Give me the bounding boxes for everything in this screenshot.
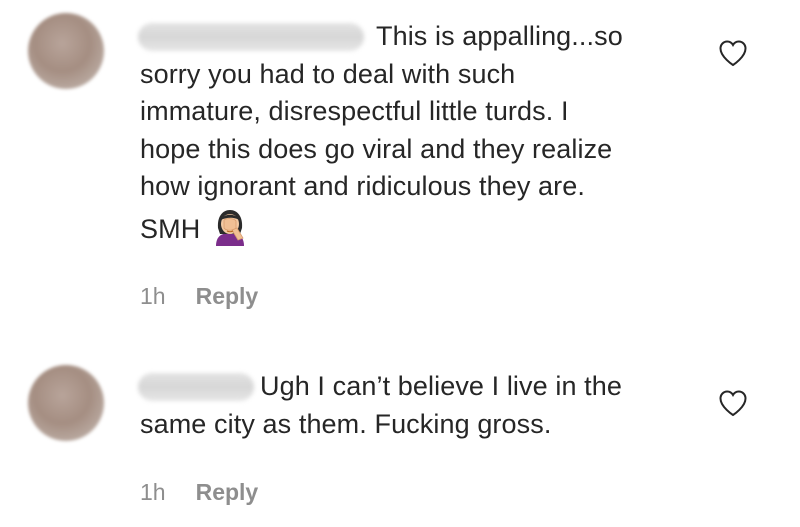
reply-button[interactable]: Reply	[196, 479, 259, 505]
comment-meta: 1h Reply	[140, 283, 258, 310]
comment-item: This is appalling...so sorry you had to …	[0, 0, 800, 330]
comment-timestamp: 1h	[140, 479, 166, 505]
reply-button[interactable]: Reply	[196, 283, 259, 309]
heart-outline-icon[interactable]	[718, 389, 748, 417]
comment-text-word: SMH	[140, 213, 201, 244]
heart-outline-icon[interactable]	[718, 39, 748, 67]
comment-text-line-last: SMH	[140, 206, 623, 249]
comment-text-line: This is appalling...so	[376, 21, 623, 51]
comment-text-line: immature, disrespectful little turds. I	[140, 96, 569, 126]
avatar[interactable]	[28, 365, 104, 441]
comment-text-line: sorry you had to deal with such	[140, 58, 516, 89]
comment-text-line: Ugh I can’t believe I live in the	[260, 371, 622, 401]
comment-meta: 1h Reply	[140, 479, 258, 506]
comment-text-line: how ignorant and ridiculous they are.	[140, 171, 585, 201]
comment-text: This is appalling...so sorry you had to …	[140, 18, 623, 248]
comment-item: Ugh I can’t believe I live in the same c…	[0, 340, 800, 527]
comment-text-line: hope this does go viral and they realize	[140, 133, 613, 164]
comment-text-line: same city as them. Fucking gross.	[140, 408, 552, 439]
woman-facepalming-icon	[216, 209, 245, 246]
comment-timestamp: 1h	[140, 283, 166, 309]
comment-text: Ugh I can’t believe I live in the same c…	[140, 368, 622, 443]
avatar[interactable]	[28, 13, 104, 89]
